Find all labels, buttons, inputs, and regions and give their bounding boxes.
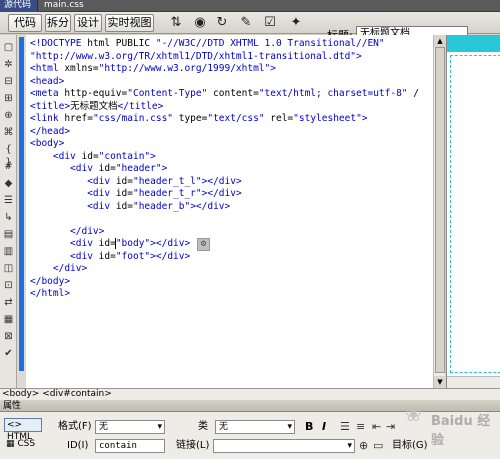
scroll-up-arrow-icon[interactable]: ▲ xyxy=(434,35,446,47)
collapse-selection-icon[interactable]: ⊞ xyxy=(1,92,16,105)
select-parent-tag-icon[interactable]: ⌘ xyxy=(1,126,16,139)
watermark-text: Baidu 经验 xyxy=(431,414,491,448)
preview-icon[interactable]: ◉ xyxy=(188,15,212,31)
header-div-preview xyxy=(447,35,500,52)
document-tab-bar: 源代码 main.css xyxy=(0,0,500,12)
code-line[interactable]: </body> xyxy=(30,276,70,288)
format-source-icon[interactable]: ✔ xyxy=(1,347,16,360)
code-line[interactable]: "http://www.w3.org/TR/xhtml1/DTD/xhtml1-… xyxy=(30,51,362,63)
link-input[interactable] xyxy=(213,439,355,453)
live-view-button[interactable]: 实时视图 xyxy=(105,14,154,32)
code-line[interactable]: <meta http-equiv="Content-Type" content=… xyxy=(30,88,419,100)
code-line[interactable]: </div> xyxy=(30,263,87,275)
code-view-button[interactable]: 代码 xyxy=(8,14,42,32)
css-icon: ▦ xyxy=(6,439,18,449)
code-line[interactable]: <div id="contain"> xyxy=(30,151,156,163)
paw-logo-icon: ❀ xyxy=(405,402,422,426)
code-line[interactable]: <div id="header_t_l"></div> xyxy=(30,176,242,188)
code-vertical-scrollbar[interactable]: ▲ ▼ xyxy=(433,35,446,388)
html-icon: <> xyxy=(7,420,23,430)
outdent-icon[interactable]: ⊠ xyxy=(1,330,16,343)
html-properties-button[interactable]: <> HTML xyxy=(4,418,42,442)
highlight-invalid-icon[interactable]: ◆ xyxy=(1,177,16,190)
browse-folder-icon[interactable]: ▭ xyxy=(373,439,383,453)
validate-icon[interactable]: ☑ xyxy=(258,15,282,31)
move-css-icon[interactable]: ⇄ xyxy=(1,296,16,309)
coding-toolbar: ▢ ✲ ⊟ ⊞ ⊕ ⌘ { } # ◆ ☰ ↳ ▤ ▥ ◫ ⊡ ⇄ ▦ ⊠ ✔ xyxy=(0,35,17,388)
css-button-label: CSS xyxy=(17,439,36,449)
syntax-coloring-icon[interactable]: ☰ xyxy=(1,194,16,207)
code-editor[interactable]: <!DOCTYPE html PUBLIC "-//W3C//DTD XHTML… xyxy=(26,35,433,388)
css-properties-button[interactable]: ▦ CSS xyxy=(4,438,42,452)
design-horizontal-scrollbar[interactable] xyxy=(447,376,500,388)
source-code-tab[interactable]: 源代码 xyxy=(0,0,38,12)
code-line[interactable]: <div id="header_t_r"></div> xyxy=(30,188,242,200)
check-browser-icon[interactable]: ✦ xyxy=(284,15,308,31)
split-view-button[interactable]: 拆分 xyxy=(45,14,71,32)
main-css-tab[interactable]: main.css xyxy=(40,0,88,12)
code-line[interactable]: </head> xyxy=(30,126,70,138)
link-label: 链接(L) xyxy=(176,440,210,451)
code-line[interactable]: <div id="header_b"></div> xyxy=(30,201,230,213)
show-code-nav-icon[interactable]: ✲ xyxy=(1,58,16,71)
format-select[interactable]: 无 xyxy=(95,420,165,434)
scrollbar-thumb[interactable] xyxy=(435,47,445,373)
code-line[interactable]: <link href="css/main.css" type="text/css… xyxy=(30,113,368,125)
visual-aids-icon[interactable]: ✎ xyxy=(234,15,258,31)
contain-div-outline xyxy=(450,55,500,373)
indent-icon[interactable]: ⇥ xyxy=(386,420,395,434)
code-line[interactable]: </html> xyxy=(30,288,70,300)
balance-braces-icon[interactable]: { } xyxy=(1,143,16,168)
point-to-file-icon[interactable]: ⊕ xyxy=(359,439,368,453)
highlight-bar xyxy=(19,37,24,371)
id-input[interactable]: contain xyxy=(95,439,165,453)
code-line[interactable]: <div id="foot"></div> xyxy=(30,251,190,263)
code-line[interactable]: <div id="body"></div> xyxy=(30,238,190,250)
expand-all-icon[interactable]: ⊕ xyxy=(1,109,16,122)
code-selection-bar xyxy=(17,35,26,388)
format-label: 格式(F) xyxy=(58,421,92,432)
outdent-icon[interactable]: ⇤ xyxy=(372,420,381,434)
refresh-icon[interactable]: ↻ xyxy=(210,15,234,31)
text-cursor xyxy=(115,238,116,249)
id-label: ID(I) xyxy=(67,440,89,451)
italic-button[interactable]: I xyxy=(322,420,326,434)
indent-icon[interactable]: ▦ xyxy=(1,313,16,326)
baidu-watermark: ❀ Baidu 经验 xyxy=(403,400,495,448)
code-line[interactable]: <title>无标题文档</title> xyxy=(30,101,163,113)
auto-indent-icon[interactable]: ↳ xyxy=(1,211,16,224)
tag-selector[interactable]: <body> <div#contain> xyxy=(0,388,500,400)
scroll-down-arrow-icon[interactable]: ▼ xyxy=(434,376,446,388)
ordered-list-icon[interactable]: ≡ xyxy=(356,420,365,434)
remove-comment-icon[interactable]: ▥ xyxy=(1,245,16,258)
file-manage-icon[interactable]: ⇅ xyxy=(164,15,188,31)
recent-snippets-icon[interactable]: ⊡ xyxy=(1,279,16,292)
unordered-list-icon[interactable]: ☰ xyxy=(340,420,350,434)
wrap-tag-icon[interactable]: ◫ xyxy=(1,262,16,275)
collapse-tag-icon[interactable]: ⊟ xyxy=(1,75,16,88)
dreamweaver-window: 源代码 main.css 代码 拆分 设计 实时视图 ⇅ ◉ ↻ ✎ ☑ ✦ 标… xyxy=(0,0,500,459)
line-numbers-icon[interactable]: # xyxy=(1,160,16,173)
code-line[interactable]: <head> xyxy=(30,76,64,88)
code-hint-gear-icon[interactable]: ⚙ xyxy=(197,238,210,251)
class-label: 类 xyxy=(198,421,208,432)
class-select[interactable]: 无 xyxy=(215,420,295,434)
document-toolbar: 代码 拆分 设计 实时视图 ⇅ ◉ ↻ ✎ ☑ ✦ 标题: 无标题文档 xyxy=(0,12,500,42)
design-view-pane[interactable] xyxy=(446,35,500,388)
code-line[interactable]: </div> xyxy=(30,226,104,238)
open-documents-icon[interactable]: ▢ xyxy=(1,41,16,54)
code-line[interactable]: <html xmlns="http://www.w3.org/1999/xhtm… xyxy=(30,63,276,75)
code-line[interactable]: <body> xyxy=(30,138,64,150)
code-line[interactable]: <div id="header"> xyxy=(30,163,167,175)
design-view-button[interactable]: 设计 xyxy=(74,14,102,32)
bold-button[interactable]: B xyxy=(305,420,313,434)
code-line[interactable]: <!DOCTYPE html PUBLIC "-//W3C//DTD XHTML… xyxy=(30,38,385,50)
apply-comment-icon[interactable]: ▤ xyxy=(1,228,16,241)
